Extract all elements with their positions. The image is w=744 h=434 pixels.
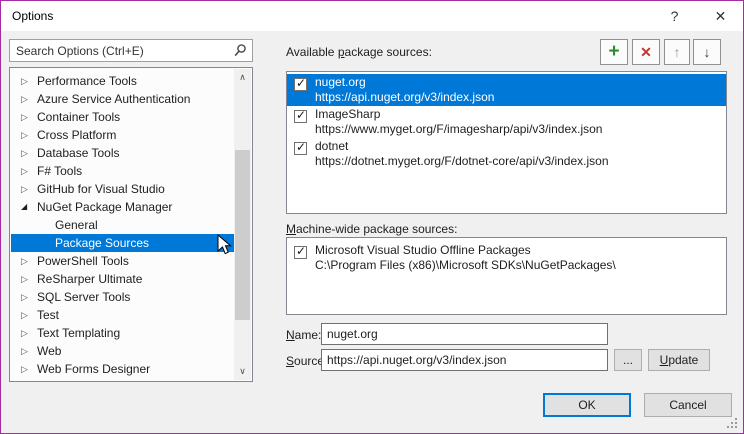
machine-wide-sources-label: Machine-wide package sources: bbox=[286, 222, 457, 236]
source-input[interactable]: https://api.nuget.org/v3/index.json bbox=[321, 349, 608, 371]
chevron-collapsed-icon[interactable]: ▷ bbox=[21, 270, 33, 288]
check-icon: ✓ bbox=[296, 140, 306, 154]
sidebar-item-github-for-visual-studio[interactable]: ▷GitHub for Visual Studio bbox=[11, 180, 234, 198]
chevron-collapsed-icon[interactable]: ▷ bbox=[21, 378, 33, 380]
chevron-collapsed-icon[interactable]: ▷ bbox=[21, 324, 33, 342]
chevron-collapsed-icon[interactable]: ▷ bbox=[21, 288, 33, 306]
ok-button[interactable]: OK bbox=[543, 393, 631, 417]
sidebar-item-azure-service-authentication[interactable]: ▷Azure Service Authentication bbox=[11, 90, 234, 108]
check-icon: ✓ bbox=[296, 76, 306, 90]
checkbox-checked[interactable]: ✓ bbox=[294, 78, 307, 91]
chevron-collapsed-icon[interactable]: ▷ bbox=[21, 162, 33, 180]
checkbox-checked[interactable]: ✓ bbox=[294, 246, 307, 259]
cancel-button[interactable]: Cancel bbox=[644, 393, 732, 417]
available-sources-label: Available package sources: bbox=[286, 45, 432, 59]
plus-icon: + bbox=[608, 40, 619, 64]
down-arrow-icon: ↓ bbox=[704, 40, 711, 64]
sidebar-item-web[interactable]: ▷Web bbox=[11, 342, 234, 360]
scroll-up-icon[interactable]: ∧ bbox=[234, 69, 251, 86]
sidebar-item-performance-tools[interactable]: ▷Performance Tools bbox=[11, 72, 234, 90]
chevron-collapsed-icon[interactable]: ▷ bbox=[21, 252, 33, 270]
sidebar-item-web-performance-test-tools[interactable]: ▷Web Performance Test Tools bbox=[11, 378, 234, 380]
chevron-collapsed-icon[interactable]: ▷ bbox=[21, 342, 33, 360]
list-item-nuget-org[interactable]: ✓ nuget.org https://api.nuget.org/v3/ind… bbox=[287, 74, 726, 106]
options-tree: ▷Performance Tools ▷Azure Service Authen… bbox=[9, 67, 253, 382]
list-item-vs-offline-packages[interactable]: ✓ Microsoft Visual Studio Offline Packag… bbox=[287, 242, 726, 274]
help-icon: ? bbox=[671, 8, 679, 24]
chevron-collapsed-icon[interactable]: ▷ bbox=[21, 90, 33, 108]
chevron-collapsed-icon[interactable]: ▷ bbox=[21, 126, 33, 144]
chevron-collapsed-icon[interactable]: ▷ bbox=[21, 144, 33, 162]
list-item-imagesharp[interactable]: ✓ ImageSharp https://www.myget.org/F/ima… bbox=[287, 106, 726, 138]
check-icon: ✓ bbox=[296, 108, 306, 122]
resize-grip[interactable] bbox=[727, 418, 737, 428]
check-icon: ✓ bbox=[296, 244, 306, 258]
sidebar-item-web-forms-designer[interactable]: ▷Web Forms Designer bbox=[11, 360, 234, 378]
delete-x-icon: ✕ bbox=[640, 40, 652, 64]
dialog-title: Options bbox=[12, 9, 53, 23]
title-bar[interactable]: Options ? ✕ bbox=[1, 1, 743, 31]
checkbox-checked[interactable]: ✓ bbox=[294, 142, 307, 155]
sidebar-item-resharper-ultimate[interactable]: ▷ReSharper Ultimate bbox=[11, 270, 234, 288]
sidebar-item-fsharp-tools[interactable]: ▷F# Tools bbox=[11, 162, 234, 180]
sidebar-item-test[interactable]: ▷Test bbox=[11, 306, 234, 324]
sidebar-item-package-sources[interactable]: Package Sources bbox=[11, 234, 234, 252]
chevron-collapsed-icon[interactable]: ▷ bbox=[21, 108, 33, 126]
search-icon[interactable] bbox=[233, 43, 247, 64]
chevron-collapsed-icon[interactable]: ▷ bbox=[21, 360, 33, 378]
remove-source-button[interactable]: ✕ bbox=[632, 39, 660, 65]
tree-scrollbar[interactable]: ∧ ∨ bbox=[234, 69, 251, 380]
sidebar-item-general[interactable]: General bbox=[11, 216, 234, 234]
available-sources-list: ✓ nuget.org https://api.nuget.org/v3/ind… bbox=[286, 71, 727, 214]
sidebar-item-powershell-tools[interactable]: ▷PowerShell Tools bbox=[11, 252, 234, 270]
chevron-collapsed-icon[interactable]: ▷ bbox=[21, 72, 33, 90]
checkbox-checked[interactable]: ✓ bbox=[294, 110, 307, 123]
search-input[interactable]: Search Options (Ctrl+E) bbox=[9, 39, 253, 62]
machine-wide-sources-list: ✓ Microsoft Visual Studio Offline Packag… bbox=[286, 237, 727, 315]
close-button[interactable]: ✕ bbox=[698, 1, 743, 31]
move-down-button[interactable]: ↓ bbox=[693, 39, 721, 65]
scrollbar-thumb[interactable] bbox=[235, 150, 250, 320]
move-up-button[interactable]: ↑ bbox=[664, 39, 690, 65]
chevron-collapsed-icon[interactable]: ▷ bbox=[21, 180, 33, 198]
sidebar-item-text-templating[interactable]: ▷Text Templating bbox=[11, 324, 234, 342]
name-label: Name: bbox=[286, 328, 321, 342]
chevron-expanded-icon[interactable]: ◢ bbox=[21, 198, 33, 216]
help-button[interactable]: ? bbox=[652, 1, 697, 31]
options-dialog: Options ? ✕ Search Options (Ctrl+E) ▷Per… bbox=[0, 0, 744, 434]
sidebar-item-sql-server-tools[interactable]: ▷SQL Server Tools bbox=[11, 288, 234, 306]
up-arrow-icon: ↑ bbox=[674, 40, 681, 64]
sidebar-item-cross-platform[interactable]: ▷Cross Platform bbox=[11, 126, 234, 144]
scroll-down-icon[interactable]: ∨ bbox=[234, 363, 251, 380]
list-item-dotnet[interactable]: ✓ dotnet https://dotnet.myget.org/F/dotn… bbox=[287, 138, 726, 170]
search-placeholder: Search Options (Ctrl+E) bbox=[16, 44, 144, 58]
close-icon: ✕ bbox=[715, 8, 727, 24]
sidebar-item-database-tools[interactable]: ▷Database Tools bbox=[11, 144, 234, 162]
add-source-button[interactable]: + bbox=[600, 39, 628, 65]
update-button[interactable]: Update bbox=[648, 349, 710, 371]
sidebar-item-container-tools[interactable]: ▷Container Tools bbox=[11, 108, 234, 126]
sidebar-item-nuget-package-manager[interactable]: ◢NuGet Package Manager bbox=[11, 198, 234, 216]
chevron-collapsed-icon[interactable]: ▷ bbox=[21, 306, 33, 324]
browse-button[interactable]: ... bbox=[614, 349, 642, 371]
name-input[interactable]: nuget.org bbox=[321, 323, 608, 345]
